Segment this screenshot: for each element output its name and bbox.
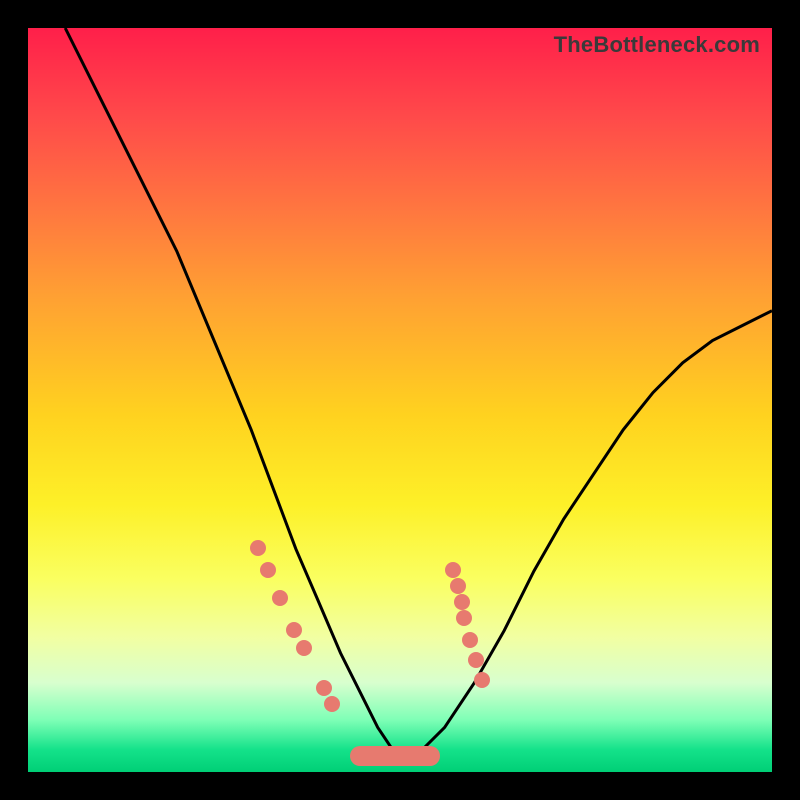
chart-marker xyxy=(250,540,266,556)
chart-marker xyxy=(450,578,466,594)
chart-plot-area: TheBottleneck.com xyxy=(28,28,772,772)
chart-frame: TheBottleneck.com xyxy=(0,0,800,800)
chart-marker xyxy=(260,562,276,578)
chart-marker xyxy=(324,696,340,712)
chart-marker xyxy=(474,672,490,688)
chart-marker xyxy=(316,680,332,696)
chart-marker xyxy=(286,622,302,638)
chart-marker xyxy=(462,632,478,648)
chart-marker xyxy=(296,640,312,656)
chart-marker xyxy=(468,652,484,668)
chart-marker xyxy=(272,590,288,606)
chart-marker xyxy=(456,610,472,626)
chart-marker xyxy=(445,562,461,578)
bottleneck-curve xyxy=(28,28,772,772)
watermark-text: TheBottleneck.com xyxy=(554,32,760,58)
chart-bottom-cluster xyxy=(350,746,440,766)
chart-marker xyxy=(454,594,470,610)
